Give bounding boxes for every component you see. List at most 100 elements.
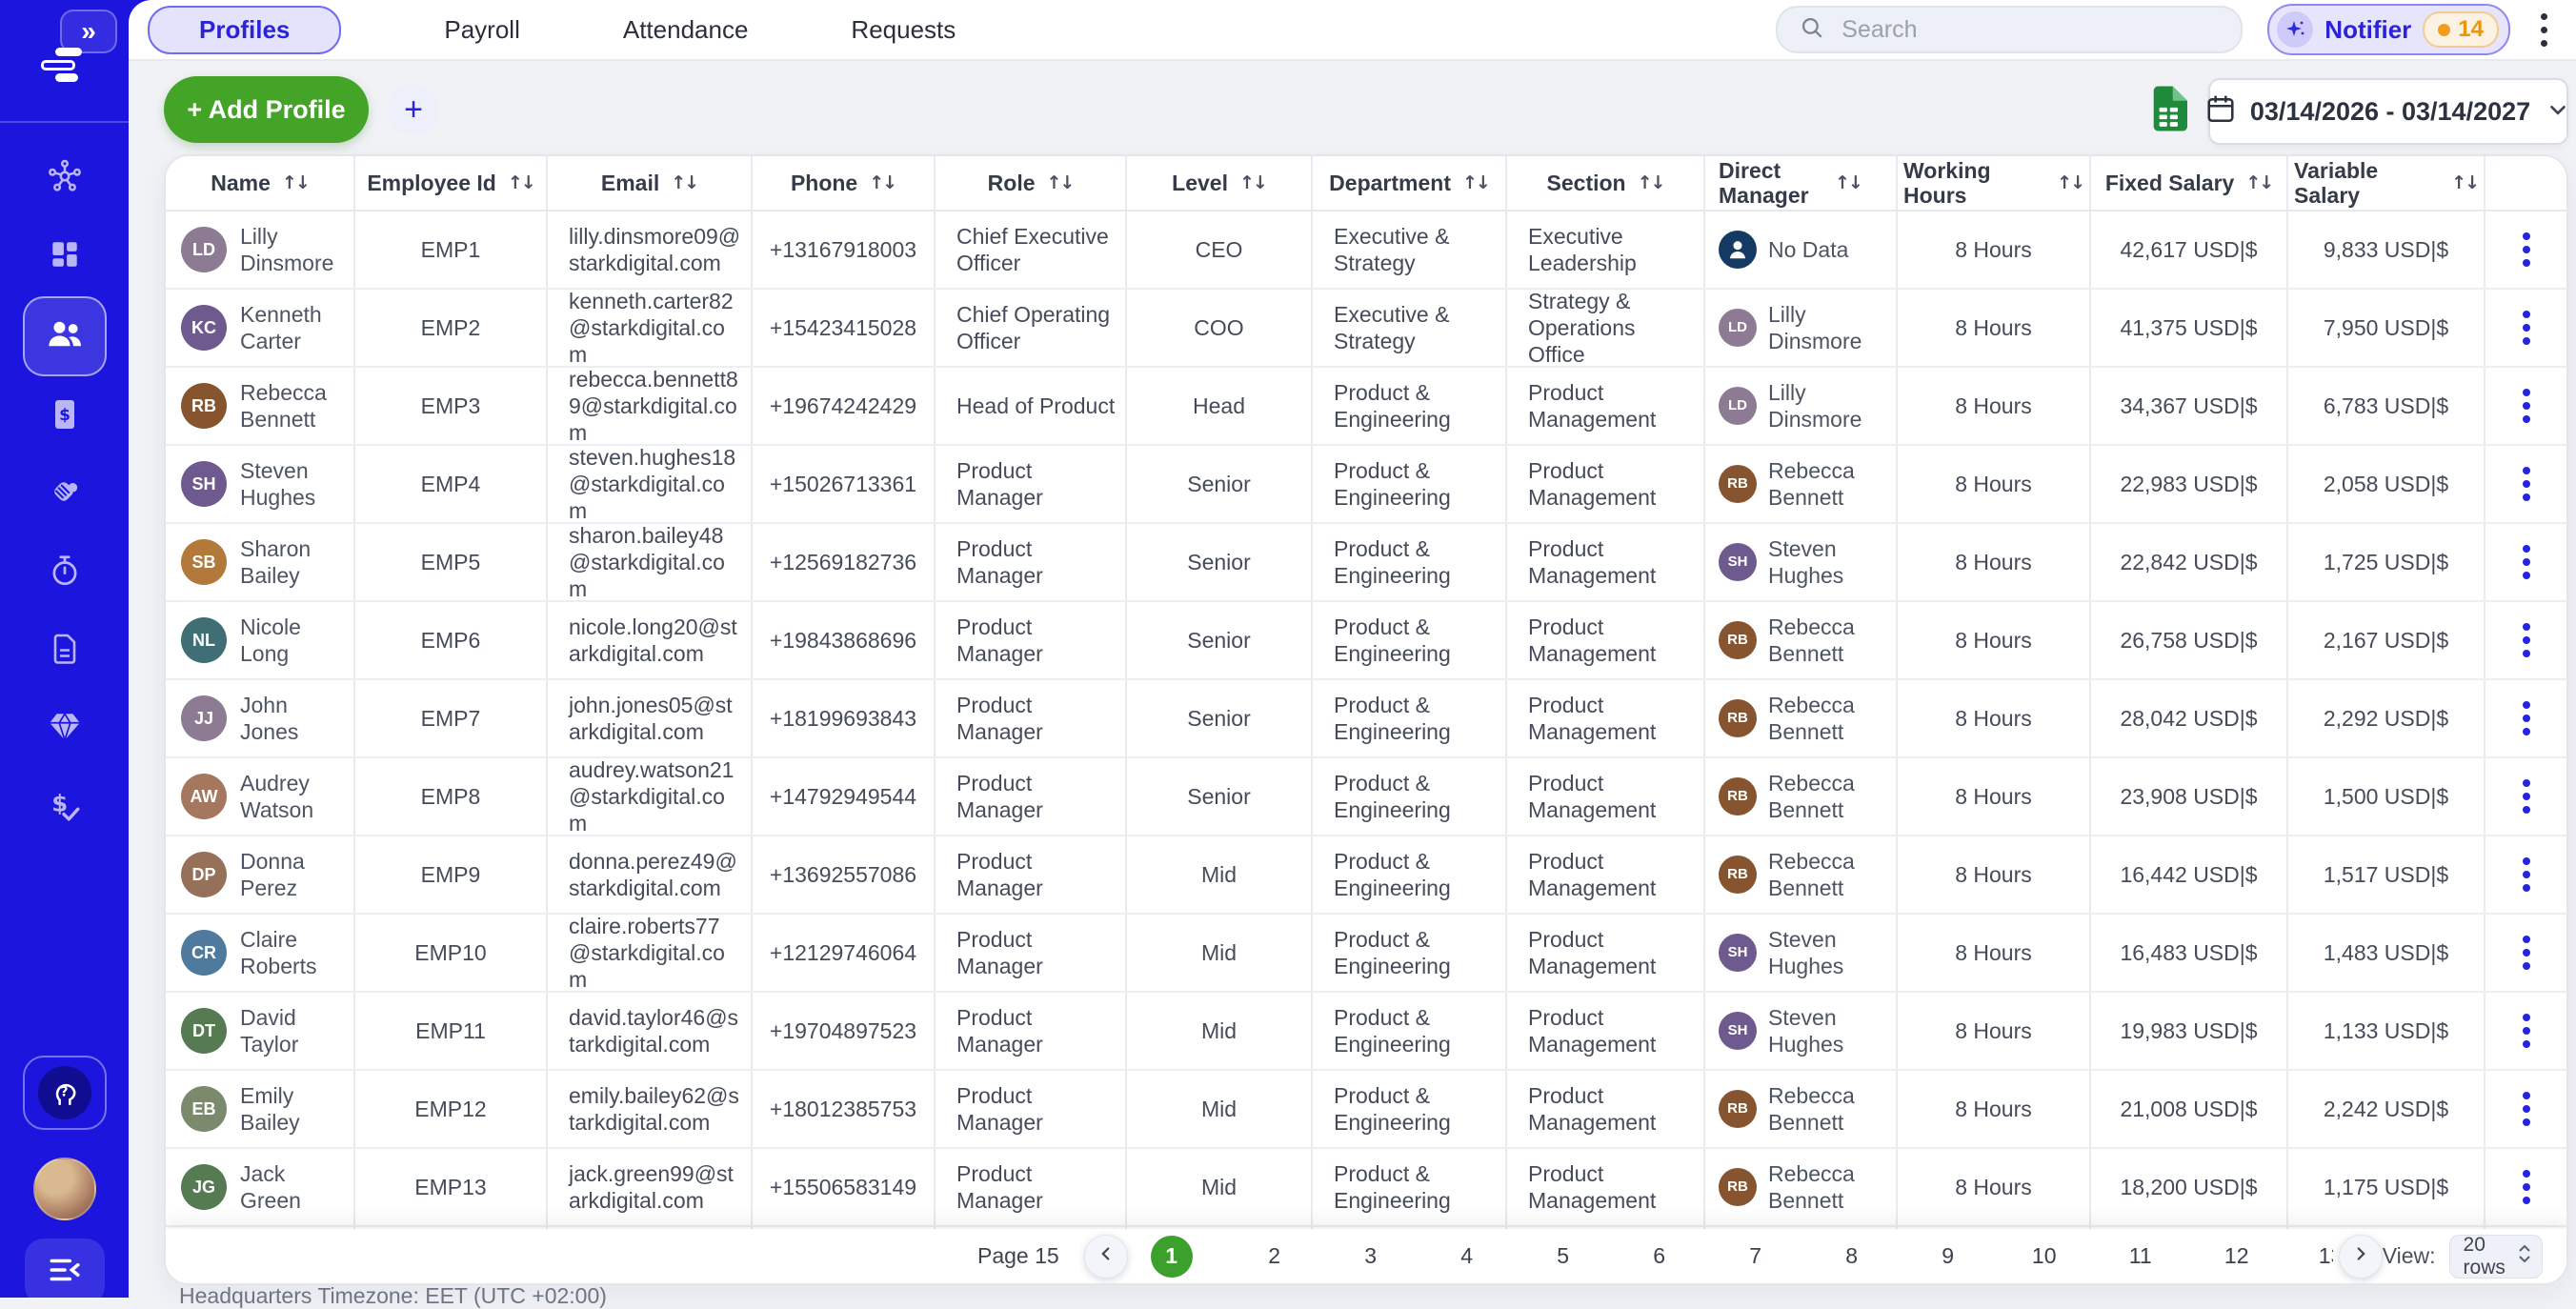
cell-level: Senior [1127, 602, 1313, 678]
row-menu-kebab-icon[interactable] [2517, 852, 2536, 897]
cell-fixed-salary: 18,200 USD|$ [2091, 1149, 2288, 1225]
sort-icon[interactable]: ↑↓ [1047, 172, 1074, 193]
page-number-5[interactable]: 5 [1549, 1243, 1578, 1269]
page-number-6[interactable]: 6 [1645, 1243, 1674, 1269]
column-header-direct-manager[interactable]: Direct Manager↑↓ [1705, 156, 1898, 210]
quick-add-button[interactable]: + [388, 84, 439, 135]
sort-icon[interactable]: ↑↓ [2057, 172, 2083, 193]
column-header-variable-salary[interactable]: Variable Salary↑↓ [2288, 156, 2485, 210]
column-header-name[interactable]: Name↑↓ [166, 156, 355, 210]
sidebar-item-partners[interactable] [25, 456, 105, 533]
column-header-email[interactable]: Email↑↓ [548, 156, 753, 210]
column-header-department[interactable]: Department↑↓ [1313, 156, 1507, 210]
manager-name: Steven Hughes [1768, 535, 1886, 589]
column-header-actions [2485, 156, 2566, 210]
sidebar-item-documents[interactable] [25, 613, 105, 689]
cell-role: Product Manager [936, 1071, 1127, 1147]
rows-per-page-select[interactable]: 20 rows [2449, 1235, 2543, 1279]
timezone-note: Headquarters Timezone: EET (UTC +02:00) [179, 1283, 607, 1309]
page-number-12[interactable]: 12 [2223, 1243, 2251, 1269]
column-header-employee-id[interactable]: Employee Id↑↓ [355, 156, 548, 210]
row-menu-kebab-icon[interactable] [2517, 539, 2536, 585]
page-number-11[interactable]: 11 [2126, 1243, 2155, 1269]
tab-payroll[interactable]: Payroll [444, 15, 519, 45]
row-menu-kebab-icon[interactable] [2517, 227, 2536, 272]
cell-department: Product & Engineering [1313, 1071, 1507, 1147]
cell-section: Product Management [1507, 1149, 1705, 1225]
manager-name: Lilly Dinsmore [1768, 301, 1886, 354]
sidebar-item-payroll[interactable]: $ [25, 769, 105, 845]
row-menu-kebab-icon[interactable] [2517, 695, 2536, 741]
sidebar-item-profiles[interactable] [23, 296, 107, 376]
sidebar-item-billing[interactable]: $ [25, 378, 105, 454]
sidebar-item-attendance[interactable] [25, 534, 105, 611]
sort-icon[interactable]: ↑↓ [508, 172, 534, 193]
row-menu-kebab-icon[interactable] [2517, 1086, 2536, 1132]
sidebar-item-org-chart[interactable] [25, 140, 105, 216]
page-number-3[interactable]: 3 [1357, 1243, 1385, 1269]
sort-icon[interactable]: ↑↓ [2451, 172, 2478, 193]
row-menu-kebab-icon[interactable] [2517, 461, 2536, 507]
manager-name: Rebecca Bennett [1768, 692, 1886, 745]
row-menu-kebab-icon[interactable] [2517, 930, 2536, 976]
column-header-level[interactable]: Level↑↓ [1127, 156, 1313, 210]
cell-fixed-salary: 41,375 USD|$ [2091, 290, 2288, 366]
column-header-role[interactable]: Role↑↓ [936, 156, 1127, 210]
page-number-7[interactable]: 7 [1741, 1243, 1770, 1269]
add-profile-button[interactable]: + Add Profile [164, 76, 369, 143]
sort-icon[interactable]: ↑↓ [282, 172, 309, 193]
employee-name: Emily Bailey [240, 1082, 344, 1136]
page-number-10[interactable]: 10 [2030, 1243, 2059, 1269]
sort-icon[interactable]: ↑↓ [1638, 172, 1664, 193]
sidebar-item-dashboard[interactable] [25, 218, 105, 294]
notifier-button[interactable]: Notifier 14 [2267, 4, 2510, 55]
page-number-8[interactable]: 8 [1838, 1243, 1866, 1269]
cell-employee-id: EMP12 [355, 1071, 548, 1147]
tab-requests[interactable]: Requests [851, 15, 956, 45]
calendar-icon [2206, 94, 2235, 130]
cell-level: Senior [1127, 524, 1313, 600]
sort-icon[interactable]: ↑↓ [671, 172, 697, 193]
cell-employee-id: EMP1 [355, 211, 548, 288]
sidebar-item-benefits[interactable] [25, 691, 105, 767]
row-menu-kebab-icon[interactable] [2517, 1164, 2536, 1210]
page-number-9[interactable]: 9 [1934, 1243, 1962, 1269]
cell-department: Product & Engineering [1313, 915, 1507, 991]
column-header-fixed-salary[interactable]: Fixed Salary↑↓ [2091, 156, 2288, 210]
export-sheet-button[interactable] [2149, 86, 2187, 131]
row-menu-kebab-icon[interactable] [2517, 617, 2536, 663]
cell-employee-id: EMP10 [355, 915, 548, 991]
cell-department: Product & Engineering [1313, 836, 1507, 913]
column-header-phone[interactable]: Phone↑↓ [753, 156, 936, 210]
sort-icon[interactable]: ↑↓ [1835, 172, 1862, 193]
page-number-1[interactable]: 1 [1151, 1236, 1193, 1278]
sort-icon[interactable]: ↑↓ [1462, 172, 1489, 193]
row-menu-kebab-icon[interactable] [2517, 305, 2536, 351]
tab-profiles[interactable]: Profiles [148, 6, 341, 54]
page-number-4[interactable]: 4 [1453, 1243, 1481, 1269]
collapse-menu-button[interactable] [25, 1239, 105, 1305]
help-button[interactable]: ? [23, 1056, 107, 1130]
sort-icon[interactable]: ↑↓ [869, 172, 896, 193]
search-input[interactable] [1840, 15, 2158, 45]
column-header-working-hours[interactable]: Working Hours↑↓ [1898, 156, 2091, 210]
column-header-section[interactable]: Section↑↓ [1507, 156, 1705, 210]
row-menu-kebab-icon[interactable] [2517, 383, 2536, 429]
sort-icon[interactable]: ↑↓ [1239, 172, 1266, 193]
page-number-2[interactable]: 2 [1260, 1243, 1289, 1269]
user-photo-avatar[interactable] [33, 1158, 96, 1220]
cell-fixed-salary: 19,983 USD|$ [2091, 993, 2288, 1069]
previous-page-button[interactable] [1084, 1235, 1128, 1279]
next-page-button[interactable] [2339, 1235, 2383, 1279]
notifier-count: 14 [2458, 16, 2484, 43]
row-menu-kebab-icon[interactable] [2517, 774, 2536, 819]
cell-phone: +18199693843 [753, 680, 936, 756]
topbar-kebab-menu[interactable] [2541, 13, 2547, 47]
row-menu-kebab-icon[interactable] [2517, 1008, 2536, 1054]
sort-icon[interactable]: ↑↓ [2245, 172, 2272, 193]
tab-attendance[interactable]: Attendance [623, 15, 749, 45]
date-range-picker[interactable]: 03/14/2026 - 03/14/2027 [2208, 78, 2568, 145]
cell-variable-salary: 1,725 USD|$ [2288, 524, 2485, 600]
page-number-13[interactable]: 13 [2319, 1243, 2333, 1269]
spreadsheet-icon [2149, 119, 2187, 135]
